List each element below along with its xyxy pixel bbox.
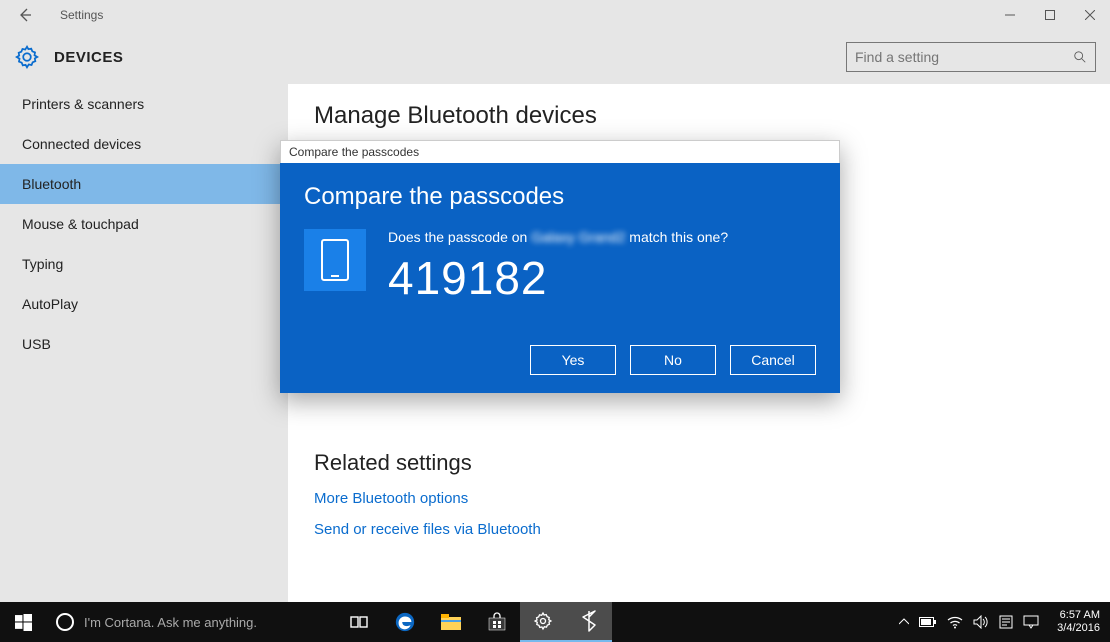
phone-icon xyxy=(304,229,366,291)
start-button[interactable] xyxy=(0,602,46,642)
back-button[interactable] xyxy=(10,7,40,23)
sidebar-item-printers[interactable]: Printers & scanners xyxy=(0,84,288,124)
compare-passcodes-dialog: Compare the passcodes Compare the passco… xyxy=(280,140,840,393)
settings-header: DEVICES xyxy=(0,30,1110,84)
search-box[interactable] xyxy=(846,42,1096,72)
sidebar-item-label: Bluetooth xyxy=(22,176,81,192)
volume-icon[interactable] xyxy=(973,615,989,629)
taskbar-app-settings[interactable] xyxy=(520,602,566,642)
dialog-message: Does the passcode on Galaxy Grand2 match… xyxy=(388,229,816,245)
action-center-icon[interactable] xyxy=(1023,615,1039,629)
cortana-search[interactable]: I'm Cortana. Ask me anything. xyxy=(46,602,336,642)
yes-button[interactable]: Yes xyxy=(530,345,616,375)
taskbar-app-file-explorer[interactable] xyxy=(428,602,474,642)
sidebar-item-bluetooth[interactable]: Bluetooth xyxy=(0,164,288,204)
maximize-button[interactable] xyxy=(1030,0,1070,30)
taskbar-app-edge[interactable] xyxy=(382,602,428,642)
dialog-titlebar: Compare the passcodes xyxy=(280,140,840,163)
sidebar-item-usb[interactable]: USB xyxy=(0,324,288,364)
sidebar-item-autoplay[interactable]: AutoPlay xyxy=(0,284,288,324)
date: 3/4/2016 xyxy=(1057,622,1100,635)
sidebar-item-label: AutoPlay xyxy=(22,296,78,312)
sidebar: Printers & scanners Connected devices Bl… xyxy=(0,84,288,602)
battery-icon[interactable] xyxy=(919,617,937,628)
search-input[interactable] xyxy=(855,49,1073,65)
section-title: DEVICES xyxy=(54,49,123,66)
sidebar-item-mouse-touchpad[interactable]: Mouse & touchpad xyxy=(0,204,288,244)
cortana-placeholder: I'm Cortana. Ask me anything. xyxy=(84,615,257,630)
link-more-bluetooth-options[interactable]: More Bluetooth options xyxy=(314,490,1084,507)
cancel-button[interactable]: Cancel xyxy=(730,345,816,375)
page-heading: Manage Bluetooth devices xyxy=(314,102,1084,130)
minimize-button[interactable] xyxy=(990,0,1030,30)
clock[interactable]: 6:57 AM 3/4/2016 xyxy=(1047,609,1110,635)
sidebar-item-typing[interactable]: Typing xyxy=(0,244,288,284)
no-button[interactable]: No xyxy=(630,345,716,375)
time: 6:57 AM xyxy=(1057,609,1100,622)
chevron-up-icon[interactable] xyxy=(899,617,909,627)
cortana-icon xyxy=(56,613,74,631)
sidebar-item-label: Printers & scanners xyxy=(22,96,144,112)
related-settings-heading: Related settings xyxy=(314,450,1084,476)
window-title: Settings xyxy=(60,8,103,22)
wifi-icon[interactable] xyxy=(947,616,963,629)
system-tray[interactable] xyxy=(899,615,1047,629)
close-button[interactable] xyxy=(1070,0,1110,30)
search-icon xyxy=(1073,50,1087,64)
taskbar-app-store[interactable] xyxy=(474,602,520,642)
dialog-heading: Compare the passcodes xyxy=(304,183,816,211)
device-name: Galaxy Grand2 xyxy=(531,229,625,245)
sidebar-item-label: Mouse & touchpad xyxy=(22,216,139,232)
window-controls xyxy=(990,0,1110,30)
sidebar-item-label: Connected devices xyxy=(22,136,141,152)
notes-icon[interactable] xyxy=(999,615,1013,629)
gear-icon xyxy=(14,44,40,70)
task-view-button[interactable] xyxy=(336,602,382,642)
link-send-receive-files[interactable]: Send or receive files via Bluetooth xyxy=(314,521,1084,538)
taskbar-app-bluetooth[interactable] xyxy=(566,602,612,642)
taskbar: I'm Cortana. Ask me anything. xyxy=(0,602,1110,642)
passcode: 419182 xyxy=(388,251,816,305)
window-titlebar: Settings xyxy=(0,0,1110,30)
sidebar-item-label: USB xyxy=(22,336,51,352)
sidebar-item-label: Typing xyxy=(22,256,63,272)
sidebar-item-connected-devices[interactable]: Connected devices xyxy=(0,124,288,164)
